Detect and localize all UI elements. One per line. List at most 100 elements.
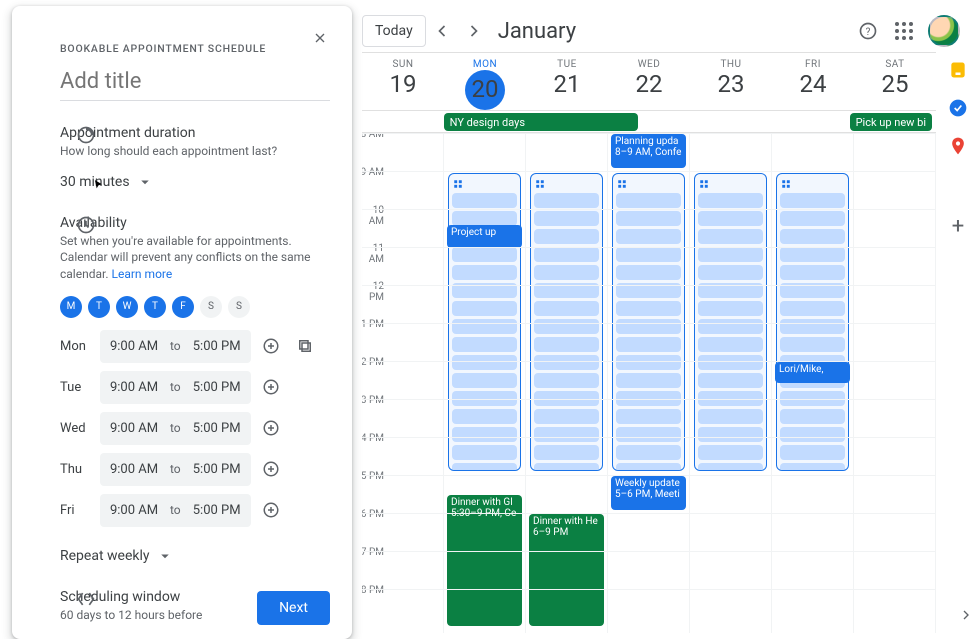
appointment-slot[interactable] [616,247,681,262]
appointment-slot[interactable] [616,445,681,460]
schedule-title-input[interactable] [60,63,330,101]
day-header[interactable]: WED22 [608,53,690,111]
day-chip[interactable]: S [228,296,250,318]
bookable-block[interactable] [694,173,767,471]
appointment-slot[interactable] [534,301,599,316]
start-time-input[interactable] [104,494,164,527]
appointment-slot[interactable] [780,337,845,352]
calendar-event[interactable]: Dinner with He6–9 PM [529,514,604,626]
appointment-slot[interactable] [780,229,845,244]
day-chip[interactable]: F [172,296,194,318]
appointment-slot[interactable] [534,427,599,442]
day-column[interactable]: Dinner with He6–9 PM [526,133,608,633]
day-column[interactable]: Lori/Mike, [772,133,854,633]
appointment-slot[interactable] [534,265,599,280]
tasks-icon[interactable] [948,98,968,118]
day-header[interactable]: SAT25 [854,53,936,111]
learn-more-link[interactable]: Learn more [112,267,173,281]
appointment-slot[interactable] [616,229,681,244]
add-period-button[interactable] [257,455,285,483]
appointment-slot[interactable] [452,355,517,370]
repeat-dropdown[interactable]: Repeat weekly [60,547,330,565]
appointment-slot[interactable] [780,445,845,460]
day-chip[interactable]: S [200,296,222,318]
appointment-slot[interactable] [534,337,599,352]
appointment-slot[interactable] [698,463,763,471]
appointment-slot[interactable] [780,193,845,208]
appointment-slot[interactable] [698,337,763,352]
appointment-slot[interactable] [616,409,681,424]
appointment-slot[interactable] [698,355,763,370]
add-period-button[interactable] [257,373,285,401]
appointment-slot[interactable] [452,319,517,334]
apps-icon[interactable] [886,13,922,49]
end-time-input[interactable] [187,330,247,363]
appointment-slot[interactable] [698,265,763,280]
start-time-input[interactable] [104,412,164,445]
appointment-slot[interactable] [780,247,845,262]
maps-icon[interactable] [948,136,968,156]
appointment-slot[interactable] [534,229,599,244]
start-time-input[interactable] [104,330,164,363]
appointment-slot[interactable] [616,427,681,442]
day-column[interactable] [690,133,772,633]
appointment-slot[interactable] [698,409,763,424]
appointment-slot[interactable] [616,355,681,370]
add-period-button[interactable] [257,496,285,524]
today-button[interactable]: Today [362,15,426,47]
appointment-slot[interactable] [780,211,845,226]
appointment-slot[interactable] [534,247,599,262]
appointment-slot[interactable] [780,463,845,471]
appointment-slot[interactable] [452,445,517,460]
appointment-slot[interactable] [616,265,681,280]
appointment-slot[interactable] [452,463,517,471]
appointment-slot[interactable] [534,463,599,471]
day-column[interactable] [854,133,936,633]
day-header[interactable]: THU23 [690,53,772,111]
day-header[interactable]: FRI24 [772,53,854,111]
end-time-input[interactable] [187,371,247,404]
appointment-slot[interactable] [452,247,517,262]
appointment-slot[interactable] [616,319,681,334]
day-header[interactable]: MON20 [444,53,526,111]
keep-icon[interactable] [948,60,968,80]
add-period-button[interactable] [257,414,285,442]
appointment-slot[interactable] [698,373,763,388]
avatar[interactable] [928,15,960,47]
end-time-input[interactable] [187,453,247,486]
appointment-slot[interactable] [616,337,681,352]
start-time-input[interactable] [104,453,164,486]
appointment-slot[interactable] [780,319,845,334]
appointment-slot[interactable] [780,265,845,280]
appointment-slot[interactable] [698,445,763,460]
appointment-slot[interactable] [452,337,517,352]
day-header[interactable]: TUE21 [526,53,608,111]
end-time-input[interactable] [187,494,247,527]
start-time-input[interactable] [104,371,164,404]
appointment-slot[interactable] [534,355,599,370]
next-button[interactable]: Next [257,591,330,625]
appointment-slot[interactable] [698,427,763,442]
prev-week-button[interactable] [426,15,458,47]
copy-to-all-button[interactable] [291,332,319,360]
appointment-slot[interactable] [534,445,599,460]
appointment-slot[interactable] [534,193,599,208]
calendar-event[interactable]: Lori/Mike, [775,362,850,383]
bookable-block[interactable] [612,173,685,471]
appointment-slot[interactable] [452,193,517,208]
calendar-event[interactable]: Planning upda8–9 AM, Confe [611,134,686,168]
collapse-sidepanel-icon[interactable] [958,607,974,627]
appointment-slot[interactable] [616,301,681,316]
day-chip[interactable]: W [116,296,138,318]
appointment-slot[interactable] [452,373,517,388]
appointment-slot[interactable] [452,211,517,226]
calendar-event[interactable]: Weekly update5–6 PM, Meeti [611,476,686,510]
appointment-slot[interactable] [698,247,763,262]
appointment-slot[interactable] [698,211,763,226]
day-chip[interactable]: M [60,296,82,318]
appointment-slot[interactable] [534,211,599,226]
appointment-slot[interactable] [616,193,681,208]
appointment-slot[interactable] [698,319,763,334]
appointment-slot[interactable] [780,409,845,424]
allday-event[interactable]: Pick up new bi [850,113,932,131]
